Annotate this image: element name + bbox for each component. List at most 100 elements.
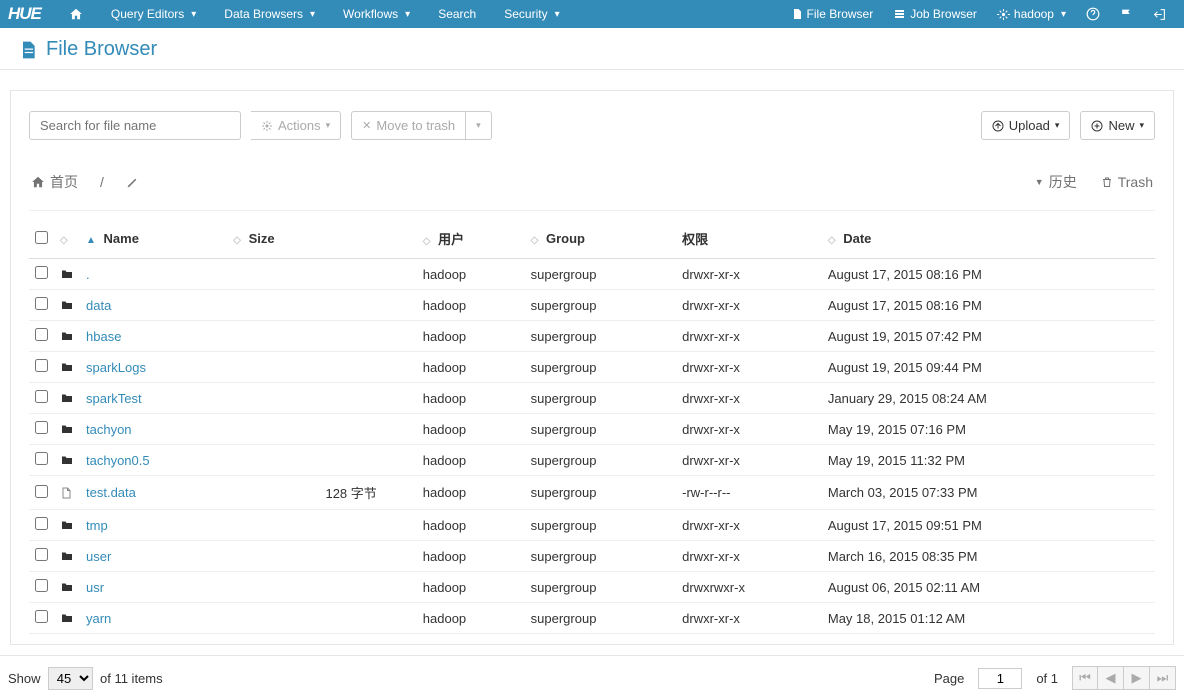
file-link[interactable]: sparkTest — [86, 391, 142, 406]
pager-last[interactable]: ⏭ — [1150, 666, 1176, 690]
page-file-icon — [18, 39, 38, 61]
folder-icon — [60, 454, 74, 466]
select-all-checkbox[interactable] — [35, 231, 48, 244]
file-link[interactable]: . — [86, 267, 90, 282]
nav-file-browser[interactable]: File Browser — [781, 0, 884, 28]
file-link[interactable]: test.data — [86, 485, 136, 500]
row-checkbox[interactable] — [35, 421, 48, 434]
move-trash-label: Move to trash — [376, 118, 455, 133]
col-user[interactable]: ◇ 用户 — [417, 219, 525, 259]
file-table: ◇ ▲ Name ◇ Size ◇ 用户 ◇ Group 权限 ◇ Date .… — [29, 219, 1155, 634]
row-checkbox[interactable] — [35, 297, 48, 310]
col-perm[interactable]: 权限 — [676, 219, 822, 259]
folder-icon — [60, 519, 74, 531]
nav-logout-icon[interactable] — [1143, 0, 1176, 28]
cell-group: supergroup — [525, 383, 676, 414]
cell-group: supergroup — [525, 290, 676, 321]
footer: Show 45 of 11 items Page of 1 ⏮ ◀ ▶ ⏭ — [0, 655, 1184, 700]
file-link[interactable]: hbase — [86, 329, 121, 344]
move-trash-split[interactable]: ▾ — [466, 111, 492, 140]
cell-perm: drwxr-xr-x — [676, 445, 822, 476]
sort-icon-col[interactable]: ◇ — [60, 235, 68, 246]
row-checkbox[interactable] — [35, 359, 48, 372]
table-row: tmphadoopsupergroupdrwxr-xr-xAugust 17, … — [29, 510, 1155, 541]
trash-label: Trash — [1118, 174, 1153, 190]
history-link[interactable]: ▼ 历史 — [1035, 172, 1077, 192]
nav-workflows[interactable]: Workflows — [329, 0, 424, 28]
row-checkbox[interactable] — [35, 517, 48, 530]
cell-user: hadoop — [417, 476, 525, 510]
file-link[interactable]: tmp — [86, 518, 108, 533]
folder-icon — [60, 330, 74, 342]
nav-job-browser[interactable]: Job Browser — [883, 0, 987, 28]
row-checkbox[interactable] — [35, 328, 48, 341]
cell-perm: drwxr-xr-x — [676, 541, 822, 572]
row-checkbox[interactable] — [35, 452, 48, 465]
nav-flag-icon[interactable] — [1110, 0, 1143, 28]
folder-icon — [60, 612, 74, 624]
table-row: sparkLogshadoopsupergroupdrwxr-xr-xAugus… — [29, 352, 1155, 383]
file-link[interactable]: usr — [86, 580, 104, 595]
folder-icon — [60, 361, 74, 373]
table-row: .hadoopsupergroupdrwxr-xr-xAugust 17, 20… — [29, 259, 1155, 290]
move-trash-button[interactable]: ✕ Move to trash — [351, 111, 466, 140]
pager-first[interactable]: ⏮ — [1072, 666, 1098, 690]
row-checkbox[interactable] — [35, 485, 48, 498]
pager-next[interactable]: ▶ — [1124, 666, 1150, 690]
cell-perm: drwxr-xr-x — [676, 290, 822, 321]
folder-icon — [60, 268, 74, 280]
col-size[interactable]: ◇ Size — [227, 219, 417, 259]
trash-link[interactable]: Trash — [1101, 172, 1153, 192]
nav-user-menu[interactable]: hadoop — [987, 0, 1076, 28]
nav-help-icon[interactable] — [1076, 0, 1110, 28]
new-button[interactable]: New ▾ — [1080, 111, 1155, 140]
nav-job-browser-label: Job Browser — [910, 7, 977, 21]
cell-size — [227, 445, 417, 476]
cell-perm: drwxr-xr-x — [676, 510, 822, 541]
home-nav-icon[interactable] — [55, 0, 97, 28]
cell-user: hadoop — [417, 383, 525, 414]
upload-button[interactable]: Upload ▾ — [981, 111, 1071, 140]
col-group[interactable]: ◇ Group — [525, 219, 676, 259]
cell-date: August 17, 2015 09:51 PM — [822, 510, 1155, 541]
col-name[interactable]: ▲ Name — [80, 219, 227, 259]
history-label: 历史 — [1049, 172, 1077, 192]
file-link[interactable]: tachyon — [86, 422, 132, 437]
search-input[interactable] — [29, 111, 241, 140]
logo: HUE — [8, 4, 41, 24]
file-link[interactable]: sparkLogs — [86, 360, 146, 375]
table-row: tachyonhadoopsupergroupdrwxr-xr-xMay 19,… — [29, 414, 1155, 445]
file-link[interactable]: user — [86, 549, 111, 564]
nav-query-editors[interactable]: Query Editors — [97, 0, 210, 28]
pager-prev[interactable]: ◀ — [1098, 666, 1124, 690]
toolbar: Actions ▾ ✕ Move to trash ▾ Upload ▾ New… — [29, 111, 1155, 140]
document-icon — [60, 486, 74, 500]
table-row: tachyon0.5hadoopsupergroupdrwxr-xr-xMay … — [29, 445, 1155, 476]
pencil-icon — [126, 176, 139, 189]
nav-data-browsers[interactable]: Data Browsers — [210, 0, 329, 28]
row-checkbox[interactable] — [35, 390, 48, 403]
folder-icon — [60, 550, 74, 562]
col-date[interactable]: ◇ Date — [822, 219, 1155, 259]
page-input[interactable] — [978, 668, 1022, 689]
breadcrumb-edit[interactable] — [126, 176, 139, 189]
page-size-select[interactable]: 45 — [48, 667, 93, 690]
row-checkbox[interactable] — [35, 610, 48, 623]
row-checkbox[interactable] — [35, 579, 48, 592]
nav-search[interactable]: Search — [424, 0, 490, 28]
nav-security[interactable]: Security — [490, 0, 573, 28]
breadcrumb-home-label: 首页 — [50, 172, 78, 192]
cell-date: March 03, 2015 07:33 PM — [822, 476, 1155, 510]
row-checkbox[interactable] — [35, 266, 48, 279]
home-icon — [69, 7, 83, 21]
folder-icon — [60, 423, 74, 435]
row-checkbox[interactable] — [35, 548, 48, 561]
actions-button[interactable]: Actions ▾ — [251, 111, 341, 140]
file-link[interactable]: tachyon0.5 — [86, 453, 150, 468]
file-link[interactable]: yarn — [86, 611, 111, 626]
cell-group: supergroup — [525, 259, 676, 290]
breadcrumb-home[interactable]: 首页 — [31, 172, 78, 192]
file-link[interactable]: data — [86, 298, 111, 313]
breadcrumb-sep: / — [100, 174, 104, 190]
cell-perm: drwxr-xr-x — [676, 321, 822, 352]
